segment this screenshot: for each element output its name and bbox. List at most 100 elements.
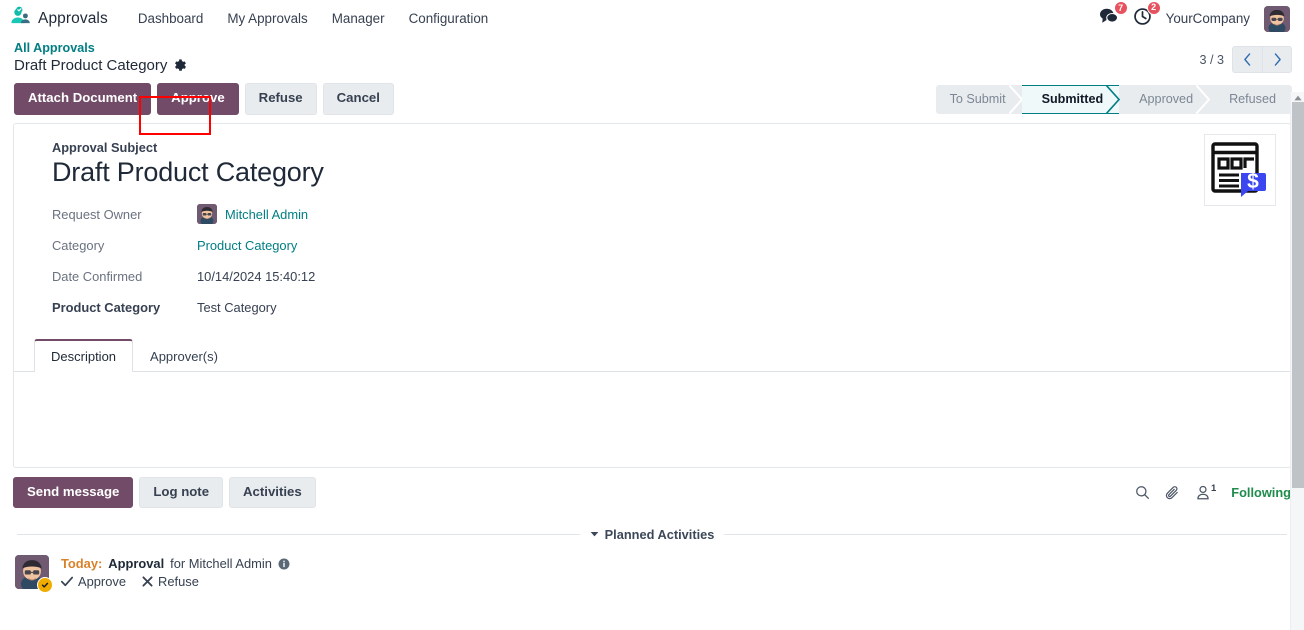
field-label-category: Category bbox=[52, 237, 105, 253]
planned-activities-label: Planned Activities bbox=[604, 527, 715, 543]
following-status[interactable]: Following bbox=[1231, 485, 1291, 500]
status-active-border-bottom bbox=[1021, 112, 1120, 114]
activity-type: Approval bbox=[108, 556, 165, 572]
gear-icon[interactable] bbox=[174, 59, 187, 72]
paperclip-icon[interactable] bbox=[1165, 485, 1181, 501]
form-fields: Request Owner Mitchell Admin Category Pr… bbox=[52, 199, 1270, 323]
form-sheet-inner: $ Approval Subject Draft Product Categor… bbox=[14, 124, 1290, 467]
status-arrow-separator bbox=[1008, 84, 1023, 114]
app-brand[interactable]: Approvals bbox=[8, 6, 110, 32]
activities-badge: 2 bbox=[1146, 0, 1161, 15]
field-value-product-category[interactable]: Test Category bbox=[197, 300, 277, 315]
status-stage-label: Refused bbox=[1229, 92, 1276, 107]
activity-assignee: for Mitchell Admin bbox=[170, 556, 272, 572]
top-navbar: Approvals Dashboard My Approvals Manager… bbox=[0, 0, 1304, 37]
activity-item: Today: Approval for Mitchell Admin Appro… bbox=[13, 555, 1291, 594]
status-arrow-separator bbox=[1106, 84, 1121, 114]
pager-previous-button[interactable] bbox=[1232, 46, 1262, 73]
notebook: Description Approver(s) bbox=[14, 338, 1290, 457]
breadcrumb-parent-all-approvals[interactable]: All Approvals bbox=[14, 40, 187, 56]
status-active-border-top bbox=[1021, 84, 1120, 86]
pager-buttons bbox=[1232, 46, 1292, 73]
approval-subject-label: Approval Subject bbox=[52, 139, 158, 155]
svg-text:$: $ bbox=[1247, 170, 1259, 193]
field-label-product-category: Product Category bbox=[52, 299, 161, 315]
category-link[interactable]: Product Category bbox=[197, 238, 297, 253]
pager-next-button[interactable] bbox=[1262, 46, 1292, 73]
tab-description[interactable]: Description bbox=[34, 338, 134, 372]
approve-button[interactable]: Approve bbox=[157, 83, 239, 115]
activities-button-chatter[interactable]: Activities bbox=[229, 476, 316, 509]
status-stage-approved[interactable]: Approved bbox=[1119, 84, 1211, 114]
divider-line-right bbox=[724, 534, 1288, 536]
approvals-form-page: Approvals Dashboard My Approvals Manager… bbox=[0, 0, 1304, 630]
company-name[interactable]: YourCompany bbox=[1166, 11, 1250, 26]
request-owner-name[interactable]: Mitchell Admin bbox=[225, 207, 308, 222]
vertical-scrollbar[interactable] bbox=[1290, 92, 1304, 630]
status-stage-label: Submitted bbox=[1041, 92, 1104, 107]
activity-refuse-label: Refuse bbox=[158, 574, 199, 590]
scrollbar-thumb[interactable] bbox=[1292, 102, 1304, 488]
activity-refuse-action[interactable]: Refuse bbox=[142, 574, 199, 589]
log-note-button[interactable]: Log note bbox=[139, 476, 224, 509]
breadcrumb: All Approvals Draft Product Category bbox=[14, 40, 187, 75]
chatter-topbar: Send message Log note Activities 1 Follo… bbox=[13, 476, 1291, 509]
navbar-menu: Dashboard My Approvals Manager Configura… bbox=[126, 5, 500, 32]
search-icon[interactable] bbox=[1135, 485, 1150, 500]
field-value-category[interactable]: Product Category bbox=[197, 238, 297, 253]
activities-button[interactable]: 2 bbox=[1133, 0, 1161, 31]
form-action-buttons: Attach Document Approve Refuse Cancel bbox=[14, 83, 394, 115]
refuse-button[interactable]: Refuse bbox=[244, 83, 317, 115]
activity-avatar-wrap bbox=[15, 555, 53, 594]
follower-count: 1 bbox=[1210, 483, 1217, 495]
send-message-button[interactable]: Send message bbox=[13, 476, 134, 509]
chevron-down-icon bbox=[590, 532, 598, 537]
info-icon[interactable] bbox=[278, 558, 290, 570]
field-label-request-owner: Request Owner bbox=[52, 206, 142, 222]
navbar-right-group: 7 2 YourCompany bbox=[1099, 0, 1294, 32]
status-stage-to-submit[interactable]: To Submit bbox=[936, 84, 1023, 114]
pager-counter: 3 / 3 bbox=[1199, 52, 1224, 67]
tab-approvers[interactable]: Approver(s) bbox=[133, 339, 235, 372]
planned-activities-toggle[interactable]: Planned Activities bbox=[590, 527, 715, 543]
field-value-request-owner[interactable]: Mitchell Admin bbox=[197, 204, 308, 225]
field-label-date-confirmed: Date Confirmed bbox=[52, 268, 143, 284]
activity-date-label: Today: bbox=[61, 556, 103, 572]
planned-activities-divider: Planned Activities bbox=[13, 527, 1291, 542]
notebook-tabs: Description Approver(s) bbox=[14, 338, 1290, 372]
chatter-right-tools: 1 Following bbox=[1135, 483, 1291, 501]
chatter: Send message Log note Activities 1 Follo… bbox=[13, 476, 1291, 594]
request-owner-avatar bbox=[197, 204, 217, 225]
status-stage-submitted[interactable]: Submitted bbox=[1021, 84, 1121, 114]
messages-button[interactable]: 7 bbox=[1099, 1, 1128, 30]
status-arrow-separator bbox=[1196, 84, 1211, 114]
nav-item-dashboard[interactable]: Dashboard bbox=[126, 5, 216, 32]
activity-check-badge bbox=[37, 577, 53, 594]
field-row-category: Category Product Category bbox=[52, 230, 1270, 261]
field-row-date-confirmed: Date Confirmed 10/14/2024 15:40:12 bbox=[52, 261, 1270, 292]
approvals-people-icon bbox=[10, 6, 31, 32]
activity-approve-action[interactable]: Approve bbox=[61, 574, 126, 589]
field-value-date-confirmed[interactable]: 10/14/2024 15:40:12 bbox=[197, 269, 315, 284]
messages-badge: 7 bbox=[1113, 1, 1128, 15]
user-avatar[interactable] bbox=[1264, 5, 1290, 32]
activity-approve-label: Approve bbox=[78, 574, 127, 590]
tab-pane-description[interactable] bbox=[34, 372, 1270, 457]
form-sheet: $ Approval Subject Draft Product Categor… bbox=[13, 122, 1291, 468]
approval-category-image[interactable]: $ bbox=[1204, 133, 1276, 206]
follower-person-icon bbox=[1197, 485, 1209, 500]
followers-button[interactable]: 1 bbox=[1196, 483, 1217, 500]
cancel-button[interactable]: Cancel bbox=[322, 83, 394, 115]
status-stage-refused[interactable]: Refused bbox=[1209, 85, 1292, 114]
nav-item-manager[interactable]: Manager bbox=[320, 5, 397, 32]
nav-item-my-approvals[interactable]: My Approvals bbox=[215, 5, 319, 32]
activity-summary: Today: Approval for Mitchell Admin bbox=[61, 556, 290, 571]
nav-item-configuration[interactable]: Configuration bbox=[397, 5, 501, 32]
status-stage-label: Approved bbox=[1139, 92, 1194, 107]
activity-body: Today: Approval for Mitchell Admin Appro… bbox=[61, 555, 290, 589]
check-circle-icon bbox=[40, 580, 50, 591]
attach-document-button[interactable]: Attach Document bbox=[14, 83, 152, 115]
page-title: Draft Product Category bbox=[14, 57, 168, 75]
close-x-icon bbox=[142, 576, 153, 587]
action-buttons-row: Attach Document Approve Refuse Cancel To… bbox=[0, 75, 1304, 123]
